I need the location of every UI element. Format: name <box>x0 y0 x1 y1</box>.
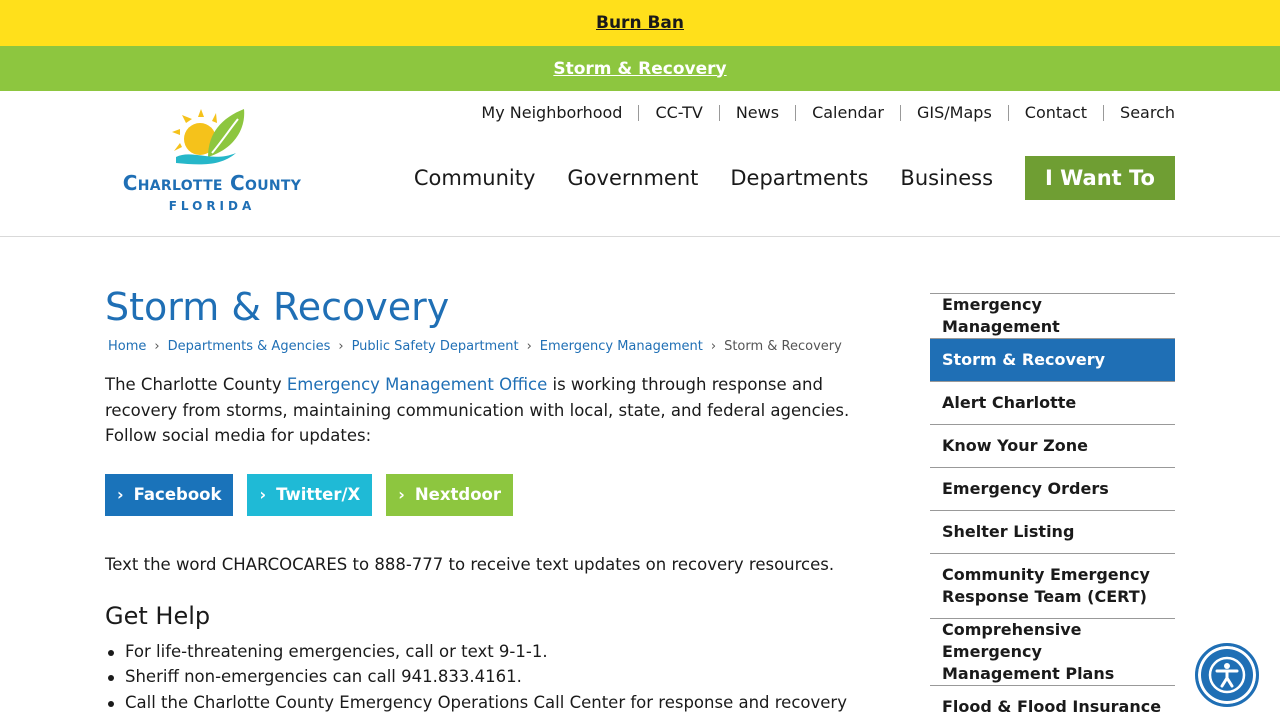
accessibility-icon <box>1208 656 1246 694</box>
social-buttons: › Facebook › Twitter/X › Nextdoor <box>105 473 865 516</box>
divider <box>638 104 640 121</box>
burn-ban-link[interactable]: Burn Ban <box>596 13 684 33</box>
chevron-right-icon: › <box>710 339 717 354</box>
main-nav-departments[interactable]: Departments <box>730 166 868 190</box>
twitter-x-button[interactable]: › Twitter/X <box>247 473 373 516</box>
sidenav-item-emergency-orders[interactable]: Emergency Orders <box>930 468 1175 511</box>
utility-link-calendar[interactable]: Calendar <box>812 103 884 122</box>
sun-leaf-logo-icon <box>172 109 245 165</box>
breadcrumb-departments-agencies[interactable]: Departments & Agencies <box>168 339 331 354</box>
utility-link-cc-tv[interactable]: CC-TV <box>655 103 702 122</box>
sidenav-item-alert-charlotte[interactable]: Alert Charlotte <box>930 382 1175 425</box>
divider <box>718 104 720 121</box>
breadcrumb-public-safety[interactable]: Public Safety Department <box>352 339 519 354</box>
utility-link-my-neighborhood[interactable]: My Neighborhood <box>481 103 622 122</box>
utility-nav: My Neighborhood CC-TV News Calendar GIS/… <box>481 103 1175 122</box>
main-nav-business[interactable]: Business <box>900 166 993 190</box>
page-title: Storm & Recovery <box>105 285 450 329</box>
accessibility-button[interactable] <box>1195 643 1259 707</box>
chevron-right-icon: › <box>398 485 405 504</box>
help-list: For life-threatening emergencies, call o… <box>105 639 865 716</box>
burn-ban-alert-bar: Burn Ban <box>0 0 1280 46</box>
get-help-heading: Get Help <box>105 601 211 630</box>
sidenav-item-cemp[interactable]: Comprehensive Emergency Management Plans <box>930 619 1175 686</box>
utility-link-news[interactable]: News <box>736 103 779 122</box>
chevron-right-icon: › <box>526 339 532 354</box>
intro-text-before: The Charlotte County <box>105 375 287 394</box>
nextdoor-button[interactable]: › Nextdoor <box>386 473 514 516</box>
chevron-right-icon: › <box>259 485 267 504</box>
logo-county-name: Charlotte County <box>122 171 302 195</box>
site-header: Charlotte County FLORIDA My Neighborhood… <box>0 91 1280 237</box>
divider <box>900 104 902 121</box>
text-updates-paragraph: Text the word CHARCOCARES to 888-777 to … <box>105 554 835 574</box>
logo-state-name: FLORIDA <box>168 199 256 213</box>
utility-link-search[interactable]: Search <box>1120 103 1175 122</box>
sidenav-item-flood-insurance[interactable]: Flood & Flood Insurance Information <box>930 686 1175 720</box>
main-nav-community[interactable]: Community <box>414 166 536 190</box>
main-nav: Community Government Departments Busines… <box>382 156 1175 200</box>
chevron-right-icon: › <box>117 485 124 504</box>
divider <box>795 104 797 121</box>
sidenav-item-know-your-zone[interactable]: Know Your Zone <box>930 425 1175 468</box>
main-nav-government[interactable]: Government <box>567 166 698 190</box>
sidenav-item-storm-recovery[interactable]: Storm & Recovery <box>930 339 1175 382</box>
list-item: Sheriff non-emergencies can call 941.833… <box>105 664 865 690</box>
breadcrumb-current: Storm & Recovery <box>724 339 842 354</box>
list-item: For life-threatening emergencies, call o… <box>105 639 865 665</box>
sidenav-item-emergency-management[interactable]: Emergency Management <box>930 294 1175 339</box>
utility-link-contact[interactable]: Contact <box>1025 103 1087 122</box>
chevron-right-icon: › <box>154 339 160 354</box>
divider <box>1007 104 1009 121</box>
sidenav-item-shelter-listing[interactable]: Shelter Listing <box>930 511 1175 554</box>
breadcrumb-home[interactable]: Home <box>108 339 146 354</box>
facebook-button[interactable]: › Facebook <box>105 473 234 516</box>
emergency-management-office-link[interactable]: Emergency Management Office <box>287 375 547 394</box>
sidenav-item-cert[interactable]: Community Emergency Response Team (CERT) <box>930 554 1175 619</box>
i-want-to-button[interactable]: I Want To <box>1025 156 1175 200</box>
storm-alert-bar: Storm & Recovery <box>0 46 1280 91</box>
nextdoor-button-label: Nextdoor <box>414 485 502 504</box>
chevron-right-icon: › <box>338 339 344 354</box>
divider <box>1103 104 1105 121</box>
charlotte-county-logo[interactable]: Charlotte County FLORIDA <box>112 107 312 217</box>
list-item: Call the Charlotte County Emergency Oper… <box>105 690 865 716</box>
breadcrumb-emergency-management[interactable]: Emergency Management <box>540 339 703 354</box>
facebook-button-label: Facebook <box>133 485 222 504</box>
breadcrumb: Home › Departments & Agencies › Public S… <box>105 339 865 354</box>
twitter-x-button-label: Twitter/X <box>276 485 361 504</box>
intro-paragraph: The Charlotte County Emergency Managemen… <box>105 372 865 449</box>
section-side-nav: Emergency Management Storm & Recovery Al… <box>930 293 1175 720</box>
utility-link-gis-maps[interactable]: GIS/Maps <box>917 103 992 122</box>
storm-recovery-alert-link[interactable]: Storm & Recovery <box>553 59 726 79</box>
main-content: Storm & Recovery Home › Departments & Ag… <box>105 283 865 715</box>
